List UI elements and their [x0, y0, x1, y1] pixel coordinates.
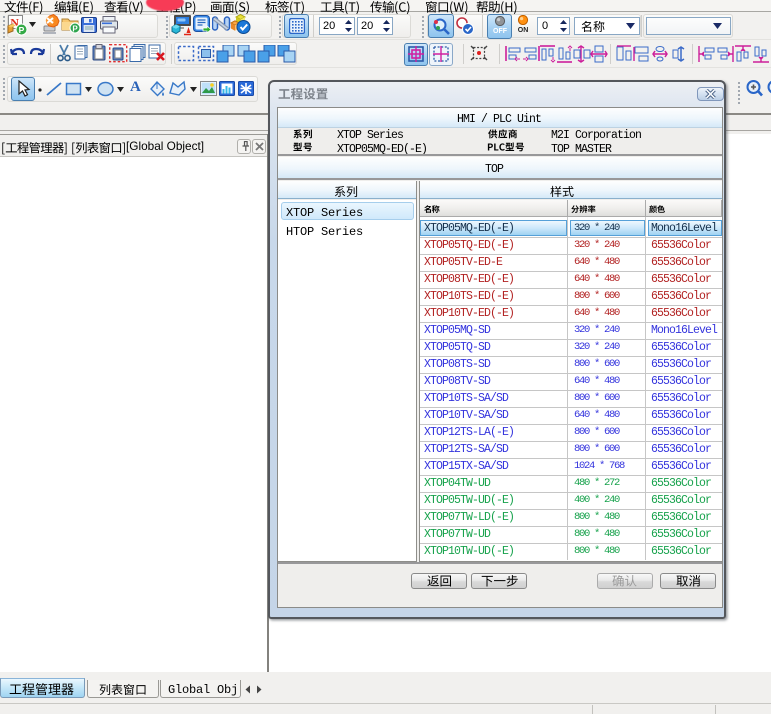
- svg-text:P: P: [72, 24, 78, 33]
- svg-text:P: P: [19, 25, 25, 35]
